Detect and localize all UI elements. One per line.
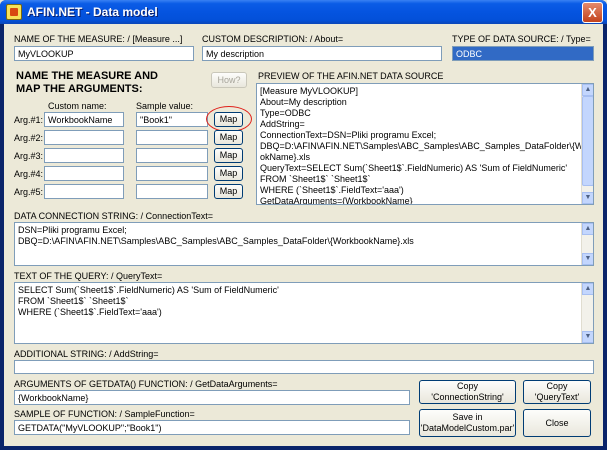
getdata-arguments-label: ARGUMENTS OF GETDATA() FUNCTION: / GetDa… bbox=[14, 379, 278, 389]
close-button[interactable]: Close bbox=[523, 409, 591, 437]
connection-string-label: DATA CONNECTION STRING: / ConnectionText… bbox=[14, 211, 213, 221]
datasource-type-select[interactable]: ODBC bbox=[452, 46, 594, 61]
preview-line: QueryText=SELECT Sum(`Sheet1$`.FieldNume… bbox=[260, 163, 568, 173]
arg5-sample-input[interactable] bbox=[136, 184, 208, 199]
arguments-heading-line2: MAP THE ARGUMENTS: bbox=[16, 83, 143, 95]
arg5-map-button[interactable]: Map bbox=[214, 184, 243, 199]
preview-line: FROM `Sheet1$` `Sheet1$` bbox=[260, 174, 371, 184]
preview-line: WHERE (`Sheet1$`.FieldText='aaa') bbox=[260, 185, 404, 195]
close-window-button[interactable]: X bbox=[582, 2, 603, 23]
arg1-name-input[interactable]: WorkbookName bbox=[44, 112, 124, 127]
arg2-sample-input[interactable] bbox=[136, 130, 208, 145]
arg3-map-button[interactable]: Map bbox=[214, 148, 243, 163]
afin-app-icon bbox=[6, 4, 22, 20]
save-parameters-button[interactable]: Save in 'DataModelCustom.par' bbox=[419, 409, 516, 437]
custom-description-label: CUSTOM DESCRIPTION: / About= bbox=[202, 34, 344, 44]
arg2-name-input[interactable] bbox=[44, 130, 124, 145]
connection-scrollbar[interactable]: ▲ ▼ bbox=[581, 223, 593, 265]
title-bar[interactable]: AFIN.NET - Data model X bbox=[0, 0, 607, 24]
map-highlight-annotation bbox=[206, 106, 252, 132]
preview-label: PREVIEW OF THE AFIN.NET DATA SOURCE bbox=[258, 71, 444, 81]
query-line: FROM `Sheet1$` `Sheet1$` bbox=[18, 296, 129, 306]
preview-line: About=My description bbox=[260, 97, 347, 107]
preview-line: AddString= bbox=[260, 119, 305, 129]
preview-line: okName}.xls bbox=[260, 152, 311, 162]
connection-string-textarea[interactable]: DSN=Pliki programu Excel; DBQ=D:\AFIN\AF… bbox=[14, 222, 594, 266]
connection-line: DSN=Pliki programu Excel; bbox=[18, 225, 127, 235]
arg2-map-button[interactable]: Map bbox=[214, 130, 243, 145]
measure-name-input[interactable]: MyVLOOKUP bbox=[14, 46, 194, 61]
scroll-down-arrow-icon[interactable]: ▼ bbox=[582, 331, 593, 343]
preview-line: ConnectionText=DSN=Pliki programu Excel; bbox=[260, 130, 437, 140]
arg1-sample-input[interactable]: "Book1" bbox=[136, 112, 208, 127]
scroll-down-arrow-icon[interactable]: ▼ bbox=[582, 253, 593, 265]
preview-line: [Measure MyVLOOKUP] bbox=[260, 86, 359, 96]
copy-query-text-button[interactable]: Copy 'QueryText' bbox=[523, 380, 591, 404]
preview-textarea[interactable]: [Measure MyVLOOKUP] About=My description… bbox=[256, 83, 594, 205]
scroll-down-arrow-icon[interactable]: ▼ bbox=[582, 192, 593, 204]
arg3-name-input[interactable] bbox=[44, 148, 124, 163]
dialog-window: AFIN.NET - Data model X NAME OF THE MEAS… bbox=[0, 0, 607, 450]
save-button-line2: 'DataModelCustom.par' bbox=[420, 423, 515, 433]
measure-name-label: NAME OF THE MEASURE: / [Measure ...] bbox=[14, 34, 183, 44]
query-line: SELECT Sum(`Sheet1$`.FieldNumeric) AS 'S… bbox=[18, 285, 279, 295]
arg4-sample-input[interactable] bbox=[136, 166, 208, 181]
preview-line: GetDataArguments={WorkbookName} bbox=[260, 196, 413, 205]
datasource-type-label: TYPE OF DATA SOURCE: / Type= bbox=[452, 34, 591, 44]
arguments-heading-line1: NAME THE MEASURE AND bbox=[16, 70, 158, 82]
custom-description-input[interactable]: My description bbox=[202, 46, 442, 61]
arg4-name-input[interactable] bbox=[44, 166, 124, 181]
connection-line: DBQ=D:\AFIN\AFIN.NET\Samples\ABC_Samples… bbox=[18, 236, 414, 246]
sample-function-label: SAMPLE OF FUNCTION: / SampleFunction= bbox=[14, 409, 195, 419]
how-button[interactable]: How? bbox=[211, 72, 247, 88]
sample-value-header: Sample value: bbox=[136, 101, 194, 111]
arg-label: Arg.#3: bbox=[14, 151, 44, 161]
preview-scroll-thumb[interactable] bbox=[582, 96, 593, 186]
sample-function-input[interactable]: GETDATA("MyVLOOKUP";"Book1") bbox=[14, 420, 410, 435]
query-line: WHERE (`Sheet1$`.FieldText='aaa') bbox=[18, 307, 162, 317]
custom-name-header: Custom name: bbox=[48, 101, 107, 111]
window-title: AFIN.NET - Data model bbox=[27, 5, 158, 19]
arg-label: Arg.#4: bbox=[14, 169, 44, 179]
scroll-up-arrow-icon[interactable]: ▲ bbox=[582, 283, 593, 295]
save-button-line1: Save in bbox=[452, 412, 483, 422]
arg-label: Arg.#2: bbox=[14, 133, 44, 143]
preview-line: Type=ODBC bbox=[260, 108, 311, 118]
arg5-name-input[interactable] bbox=[44, 184, 124, 199]
arg3-sample-input[interactable] bbox=[136, 148, 208, 163]
additional-string-input[interactable] bbox=[14, 360, 594, 374]
preview-scrollbar[interactable]: ▲ ▼ bbox=[581, 84, 593, 204]
scroll-up-arrow-icon[interactable]: ▲ bbox=[582, 223, 593, 235]
query-text-textarea[interactable]: SELECT Sum(`Sheet1$`.FieldNumeric) AS 'S… bbox=[14, 282, 594, 344]
arg-label: Arg.#5: bbox=[14, 187, 44, 197]
arg4-map-button[interactable]: Map bbox=[214, 166, 243, 181]
scroll-up-arrow-icon[interactable]: ▲ bbox=[582, 84, 593, 96]
preview-line: DBQ=D:\AFIN\AFIN.NET\Samples\ABC_Samples… bbox=[260, 141, 594, 151]
dialog-client-area: NAME OF THE MEASURE: / [Measure ...] MyV… bbox=[4, 24, 603, 446]
additional-string-label: ADDITIONAL STRING: / AddString= bbox=[14, 349, 159, 359]
query-scrollbar[interactable]: ▲ ▼ bbox=[581, 283, 593, 343]
getdata-arguments-input[interactable]: {WorkbookName} bbox=[14, 390, 410, 405]
arg-label: Arg.#1: bbox=[14, 115, 44, 125]
copy-connection-string-button[interactable]: Copy 'ConnectionString' bbox=[419, 380, 516, 404]
query-text-label: TEXT OF THE QUERY: / QueryText= bbox=[14, 271, 163, 281]
